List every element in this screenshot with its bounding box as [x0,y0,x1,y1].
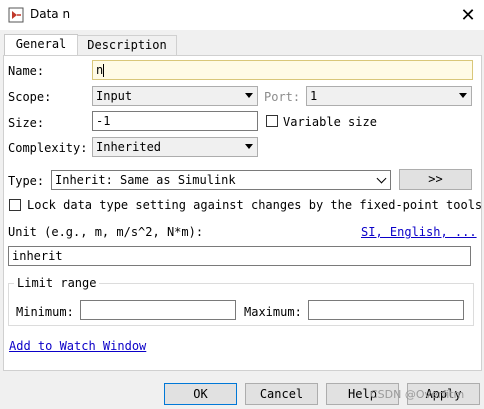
lock-data-type-checkbox[interactable] [9,199,21,211]
chevron-down-icon [245,144,253,149]
complexity-dropdown[interactable]: Inherited [92,137,258,157]
name-field[interactable]: n [92,60,473,80]
tab-general[interactable]: General [4,34,78,56]
unit-label: Unit (e.g., m, m/s^2, N*m): [8,225,204,239]
size-field[interactable]: -1 [92,111,258,131]
maximum-field[interactable] [308,300,464,320]
minimum-field[interactable] [80,300,236,320]
size-value: -1 [96,114,111,128]
limit-range-label: Limit range [14,276,100,290]
unit-field[interactable]: inherit [8,246,471,266]
simulink-data-icon [8,7,24,23]
scope-dropdown[interactable]: Input [92,86,258,106]
type-label: Type: [8,174,45,188]
complexity-value: Inherited [96,140,162,154]
ok-button[interactable]: OK [164,383,237,405]
close-icon[interactable]: ✕ [452,0,484,30]
scope-value: Input [96,89,133,103]
unit-system-link[interactable]: SI, English, ... [361,225,477,239]
tab-description[interactable]: Description [77,35,177,55]
size-label: Size: [8,116,45,130]
complexity-label: Complexity: [8,141,88,155]
variable-size-label: Variable size [283,115,377,129]
scope-label: Scope: [8,90,52,104]
window-title: Data n [30,7,71,21]
csdn-watermark: CSDN @Overfitm [370,388,465,401]
minimum-label: Minimum: [16,305,74,319]
chevron-down-icon [459,93,467,98]
cancel-button[interactable]: Cancel [245,383,318,405]
variable-size-checkbox[interactable] [266,115,278,127]
name-value: n [96,63,104,77]
maximum-label: Maximum: [244,305,302,319]
name-label: Name: [8,64,45,78]
port-dropdown[interactable]: 1 [306,86,472,106]
add-to-watch-window-link[interactable]: Add to Watch Window [9,339,146,353]
chevron-down-icon [245,93,253,98]
port-label: Port: [264,90,301,104]
type-combo[interactable]: Inherit: Same as Simulink [51,170,391,190]
type-value: Inherit: Same as Simulink [55,173,236,187]
data-type-assistant-button[interactable]: >> [399,169,472,190]
chevron-down-icon [376,173,387,184]
title-bar: Data n ✕ [0,0,484,30]
port-value: 1 [310,89,318,103]
unit-value: inherit [12,249,63,263]
text-cursor [103,64,105,77]
lock-data-type-label: Lock data type setting against changes b… [27,198,483,212]
